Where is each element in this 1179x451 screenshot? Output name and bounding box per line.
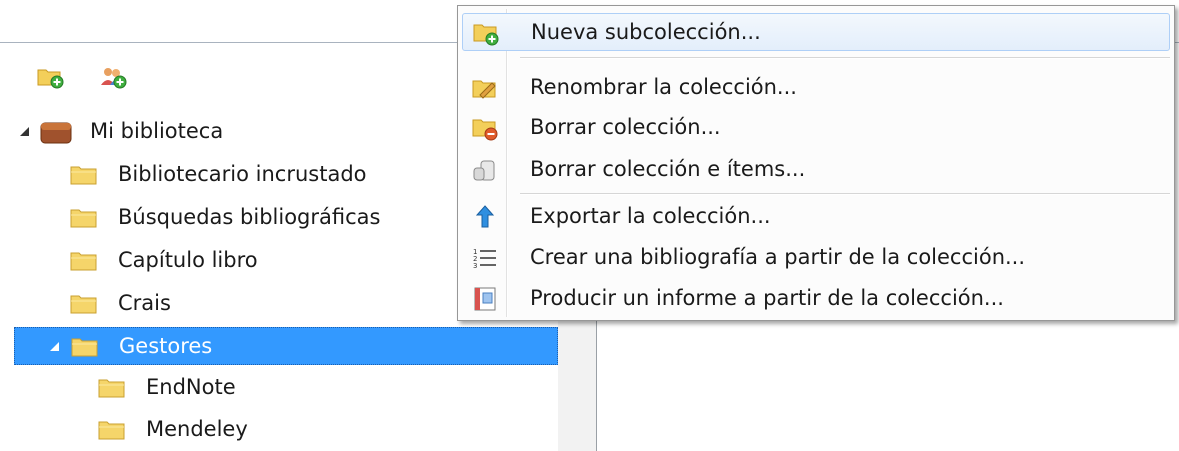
bibliography-icon: 1 2 3 [472,245,498,271]
tree-item-label: Capítulo libro [118,248,258,272]
menu-item-label: Borrar colección e ítems... [530,157,806,181]
tree-item-label: Búsquedas bibliográficas [118,205,381,229]
menu-item-export-collection[interactable]: Exportar la colección... [462,198,1170,236]
menu-item-rename-collection[interactable]: Renombrar la colección... [462,69,1170,107]
tree-item-label: Mendeley [146,417,248,441]
svg-text:3: 3 [473,262,477,270]
menu-item-create-bibliography[interactable]: 1 2 3 Crear una bibliografía a partir de… [462,239,1170,277]
folder-icon [70,165,97,185]
trash-icon [472,157,498,183]
folder-icon [98,420,125,440]
delete-collection-icon [472,115,498,141]
folder-icon [70,294,97,314]
tree-item-label: Bibliotecario incrustado [118,162,367,186]
folder-icon [71,337,98,357]
tree-item-label: Gestores [119,334,213,358]
menu-separator [520,193,1170,195]
tree-item-endnote[interactable]: EndNote [14,369,558,407]
rename-icon [472,75,498,101]
new-collection-icon[interactable] [36,65,66,89]
menu-item-label: Exportar la colección... [530,204,771,228]
tree-item-label: EndNote [146,375,236,399]
menu-item-label: Renombrar la colección... [530,75,797,99]
collection-context-menu: Nueva subcolección... Renombrar la colec… [457,5,1175,321]
tree-item-label: Mi biblioteca [90,119,224,143]
folder-icon [70,208,97,228]
new-group-icon[interactable] [98,65,128,89]
export-icon [472,204,498,230]
menu-item-label: Crear una bibliografía a partir de la co… [530,245,1026,269]
tree-item-mendeley[interactable]: Mendeley [14,411,558,449]
library-icon [40,120,72,144]
tree-item-gestores[interactable]: Gestores [14,327,558,365]
new-subcollection-icon [473,20,499,46]
menu-item-label: Borrar colección... [530,115,721,139]
expand-triangle-icon[interactable] [20,127,29,136]
menu-item-label: Nueva subcolección... [531,20,761,44]
folder-icon [70,251,97,271]
menu-item-delete-collection-items[interactable]: Borrar colección e ítems... [462,151,1170,189]
folder-icon [98,378,125,398]
menu-item-new-subcollection[interactable]: Nueva subcolección... [462,13,1170,51]
tree-item-label: Crais [118,291,171,315]
menu-item-generate-report[interactable]: Producir un informe a partir de la colec… [462,280,1170,318]
expand-triangle-icon[interactable] [50,342,59,351]
menu-item-delete-collection[interactable]: Borrar colección... [462,109,1170,147]
menu-separator [520,57,1170,59]
report-icon [472,286,498,312]
menu-item-label: Producir un informe a partir de la colec… [530,286,1004,310]
